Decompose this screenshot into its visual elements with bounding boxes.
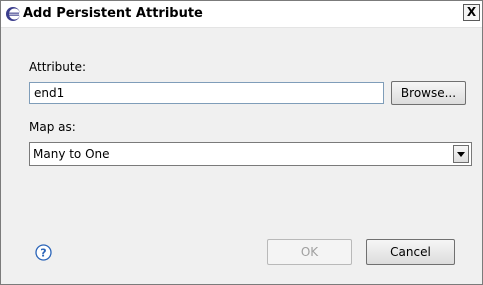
map-as-label: Map as: [29, 120, 76, 134]
ok-button[interactable]: OK [267, 239, 352, 265]
title-bar[interactable]: Add Persistent Attribute X [1, 1, 482, 28]
map-as-selected-value: Many to One [33, 147, 110, 161]
dropdown-arrow-button[interactable] [453, 145, 469, 163]
dialog-title: Add Persistent Attribute [23, 6, 203, 21]
chevron-down-icon [457, 152, 465, 157]
browse-button-label: Browse... [400, 86, 457, 100]
cancel-button[interactable]: Cancel [366, 239, 455, 265]
close-icon: X [466, 5, 477, 19]
map-as-dropdown[interactable]: Many to One [29, 142, 472, 166]
dialog-window: Add Persistent Attribute X Attribute: en… [0, 0, 483, 285]
cancel-button-label: Cancel [390, 245, 431, 259]
ok-button-label: OK [300, 245, 319, 259]
attribute-input[interactable]: end1 [29, 82, 384, 104]
eclipse-app-icon [5, 6, 21, 22]
attribute-input-value: end1 [34, 86, 65, 100]
help-icon[interactable]: ? [35, 244, 52, 261]
close-button[interactable]: X [463, 4, 480, 21]
svg-text:?: ? [40, 247, 46, 260]
browse-button[interactable]: Browse... [391, 81, 466, 105]
attribute-label: Attribute: [29, 60, 87, 74]
